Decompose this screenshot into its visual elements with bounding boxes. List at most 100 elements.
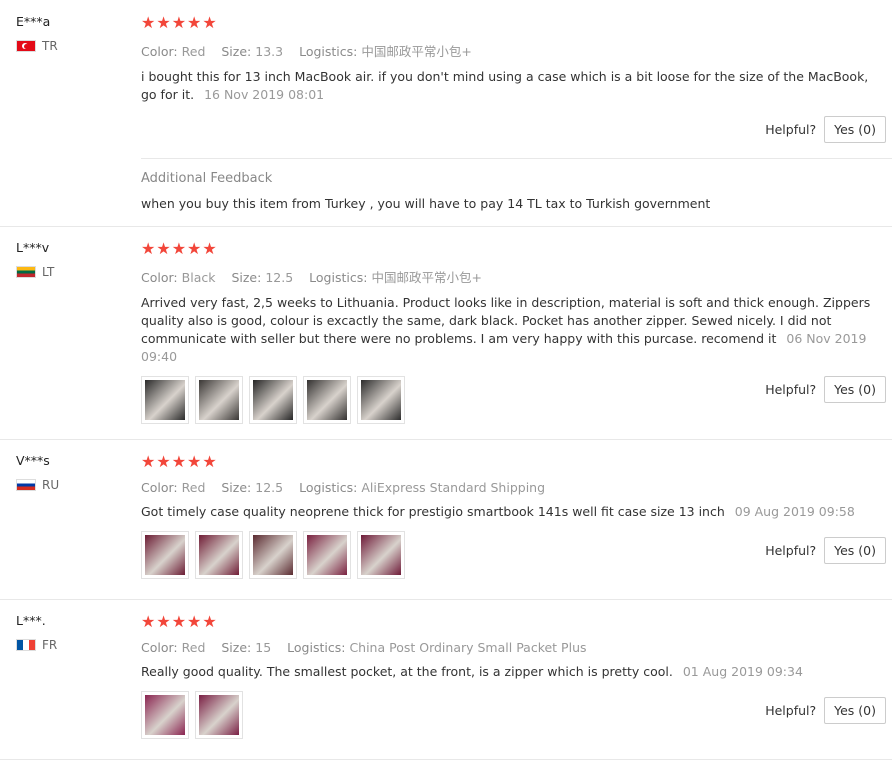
color-value: Red xyxy=(181,44,206,59)
reviewer-name: V***s xyxy=(16,453,50,468)
review-date: 16 Nov 2019 08:01 xyxy=(204,87,325,102)
helpful-label: Helpful? xyxy=(765,543,817,558)
star-rating: ★★★★★ xyxy=(141,13,218,32)
size-label: Size: xyxy=(221,640,252,655)
review-text-content: Really good quality. The smallest pocket… xyxy=(141,664,673,679)
size-value: 15 xyxy=(255,640,272,655)
size-label: Size: xyxy=(221,480,252,495)
reviewer-country: RU xyxy=(16,478,59,492)
review-photo-thumbnail[interactable] xyxy=(195,531,243,579)
reviewer-info: E***a TR xyxy=(16,14,58,53)
additional-feedback-text: when you buy this item from Turkey , you… xyxy=(141,196,711,211)
additional-feedback-title: Additional Feedback xyxy=(141,171,273,186)
photo-image xyxy=(253,380,293,420)
country-code: LT xyxy=(42,265,55,279)
star-rating: ★★★★★ xyxy=(141,612,218,631)
color-value: Black xyxy=(181,270,216,285)
helpful-section: Helpful? Yes (0) xyxy=(765,376,886,403)
review-date: 09 Aug 2019 09:58 xyxy=(734,504,855,519)
photo-image xyxy=(199,380,239,420)
review-photo-thumbnail[interactable] xyxy=(357,376,405,424)
size-value: 12.5 xyxy=(265,270,294,285)
logistics-value: 中国邮政平常小包+ xyxy=(361,44,472,59)
photo-image xyxy=(307,380,347,420)
size-value: 12.5 xyxy=(255,480,284,495)
helpful-section: Helpful? Yes (0) xyxy=(765,116,886,143)
photo-image xyxy=(145,535,185,575)
photo-image xyxy=(145,380,185,420)
helpful-label: Helpful? xyxy=(765,122,817,137)
photo-image xyxy=(307,535,347,575)
color-label: Color: xyxy=(141,270,178,285)
star-rating: ★★★★★ xyxy=(141,239,218,258)
reviewer-info: L***v LT xyxy=(16,240,54,279)
review-item: V***s RU ★★★★★ Color: Red Size: 12.5 Logis… xyxy=(0,439,892,600)
review-text: i bought this for 13 inch MacBook air. i… xyxy=(141,68,886,104)
helpful-yes-button[interactable]: Yes (0) xyxy=(824,376,886,403)
additional-feedback: Additional Feedback when you buy this it… xyxy=(141,158,892,227)
color-label: Color: xyxy=(141,44,178,59)
photo-image xyxy=(361,380,401,420)
photo-image xyxy=(361,535,401,575)
logistics-label: Logistics: xyxy=(299,480,358,495)
reviewer-name: E***a xyxy=(16,14,51,29)
review-photo-thumbnail[interactable] xyxy=(141,531,189,579)
photo-image xyxy=(253,535,293,575)
helpful-yes-button[interactable]: Yes (0) xyxy=(824,697,886,724)
color-label: Color: xyxy=(141,640,178,655)
review-meta: Color: Black Size: 12.5 Logistics: 中国邮政平常小包… xyxy=(141,267,886,286)
review-photo-thumbnail[interactable] xyxy=(141,691,189,739)
review-text: Got timely case quality neoprene thick f… xyxy=(141,503,886,521)
review-photo-thumbnail[interactable] xyxy=(195,691,243,739)
review-body: ★★★★★ Color: Red Size: 13.3 Logistics: 中国邮政… xyxy=(141,14,886,104)
logistics-value: 中国邮政平常小包+ xyxy=(371,270,482,285)
logistics-value: AliExpress Standard Shipping xyxy=(361,480,546,495)
logistics-value: China Post Ordinary Small Packet Plus xyxy=(349,640,587,655)
review-text-content: Arrived very fast, 2,5 weeks to Lithuani… xyxy=(141,295,871,346)
review-photo-thumbnail[interactable] xyxy=(303,531,351,579)
helpful-yes-button[interactable]: Yes (0) xyxy=(824,537,886,564)
helpful-section: Helpful? Yes (0) xyxy=(765,697,886,724)
review-photo-thumbnail[interactable] xyxy=(195,376,243,424)
color-label: Color: xyxy=(141,480,178,495)
size-label: Size: xyxy=(231,270,262,285)
review-meta: Color: Red Size: 12.5 Logistics: AliExpress… xyxy=(141,480,886,495)
color-value: Red xyxy=(181,640,206,655)
review-photo-thumbnail[interactable] xyxy=(249,376,297,424)
review-photo-thumbnail[interactable] xyxy=(141,376,189,424)
reviewer-info: V***s RU xyxy=(16,453,59,492)
reviewer-country: LT xyxy=(16,265,54,279)
size-value: 13.3 xyxy=(255,44,284,59)
review-item: L***. FR ★★★★★ Color: Red Size: 15 Logisti… xyxy=(0,599,892,760)
photo-image xyxy=(145,695,185,735)
photo-image xyxy=(199,695,239,735)
helpful-yes-button[interactable]: Yes (0) xyxy=(824,116,886,143)
review-photo-thumbnail[interactable] xyxy=(357,531,405,579)
reviewer-name: L***. xyxy=(16,613,46,628)
country-code: TR xyxy=(42,39,58,53)
helpful-section: Helpful? Yes (0) xyxy=(765,537,886,564)
review-text: Really good quality. The smallest pocket… xyxy=(141,663,886,681)
reviewer-info: L***. FR xyxy=(16,613,57,652)
review-meta: Color: Red Size: 15 Logistics: China Post O… xyxy=(141,640,886,655)
review-text: Arrived very fast, 2,5 weeks to Lithuani… xyxy=(141,294,886,366)
reviewer-name: L***v xyxy=(16,240,50,255)
review-date: 01 Aug 2019 09:34 xyxy=(682,664,803,679)
review-photo-thumbnail[interactable] xyxy=(303,376,351,424)
country-code: FR xyxy=(42,638,58,652)
star-rating: ★★★★★ xyxy=(141,452,218,471)
review-meta: Color: Red Size: 13.3 Logistics: 中国邮政平常小包+ xyxy=(141,41,886,60)
review-item: E***a TR ★★★★★ Color: Red Size: 13.3 Logis… xyxy=(0,0,892,227)
country-code: RU xyxy=(42,478,60,492)
photo-image xyxy=(199,535,239,575)
size-label: Size: xyxy=(221,44,252,59)
review-photo-thumbnail[interactable] xyxy=(249,531,297,579)
review-text-content: Got timely case quality neoprene thick f… xyxy=(141,504,725,519)
reviewer-country: TR xyxy=(16,39,58,53)
flag-fr-icon xyxy=(16,639,36,651)
flag-ru-icon xyxy=(16,479,36,491)
helpful-label: Helpful? xyxy=(765,703,817,718)
logistics-label: Logistics: xyxy=(287,640,346,655)
logistics-label: Logistics: xyxy=(299,44,358,59)
helpful-label: Helpful? xyxy=(765,382,817,397)
